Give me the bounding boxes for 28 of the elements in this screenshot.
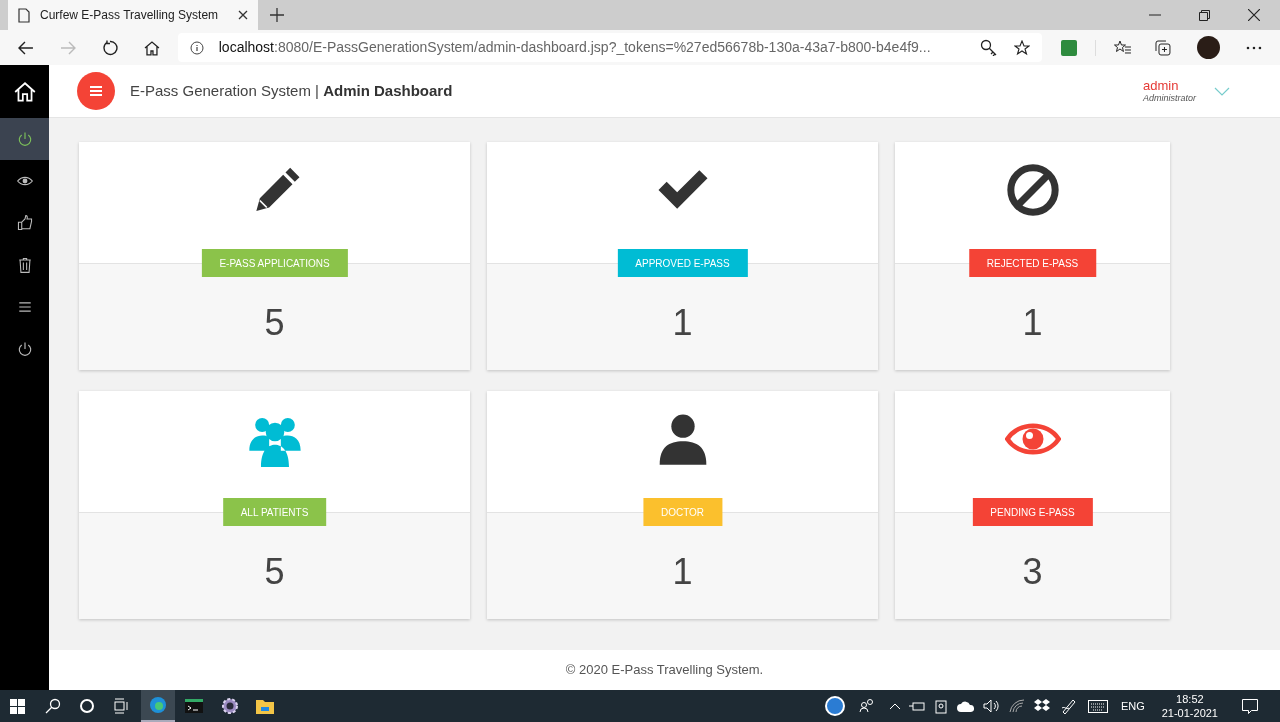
count-value: 5: [264, 550, 285, 594]
page-title: E-Pass Generation System | Admin Dashboard: [130, 80, 453, 101]
stat-card[interactable]: PENDING E-PASS 3: [895, 391, 1170, 619]
category-label: DOCTOR: [642, 498, 723, 526]
user-role: Administrator: [1143, 94, 1196, 103]
category-label: PENDING E-PASS: [972, 498, 1093, 526]
user-name: admin: [1143, 79, 1179, 92]
stat-card[interactable]: ALL PATIENTS 5: [79, 391, 470, 619]
address-bar[interactable]: localhost:8080/E-PassGenerationSystem/admin-dashboard.jsp?_tokens=%27ed56678b-130a-43a7-b800-b4e4f9...: [177, 33, 1043, 62]
category-label: E-PASS APPLICATIONS: [201, 249, 348, 277]
category-label: APPROVED E-PASS: [617, 249, 748, 277]
stat-card[interactable]: REJECTED E-PASS 1: [895, 142, 1170, 370]
copyright-text: © 2020 E-Pass Travelling System.: [565, 661, 764, 680]
count-value: 3: [1022, 550, 1043, 594]
count-value: 1: [672, 301, 693, 345]
clock[interactable]: 18:52 21-01-2021: [1161, 692, 1218, 720]
category-label: ALL PATIENTS: [222, 498, 327, 526]
count-value: 1: [672, 550, 693, 594]
tab-title: Curfew E-Pass Travelling System: [40, 7, 220, 24]
browser-tab[interactable]: Curfew E-Pass Travelling System: [8, 0, 258, 30]
url-text: localhost:8080/E-PassGenerationSystem/admin-dashboard.jsp?_tokens=%27ed56678b-130a-43a7-b800-b4e4f9...: [218, 38, 931, 57]
category-label: REJECTED E-PASS: [968, 249, 1097, 277]
stat-card[interactable]: E-PASS APPLICATIONS 5: [79, 142, 470, 370]
stat-card[interactable]: DOCTOR 1: [487, 391, 878, 619]
count-value: 1: [1022, 301, 1043, 345]
stat-card[interactable]: APPROVED E-PASS 1: [487, 142, 878, 370]
count-value: 5: [264, 301, 285, 345]
language-indicator[interactable]: ENG: [1120, 697, 1145, 715]
